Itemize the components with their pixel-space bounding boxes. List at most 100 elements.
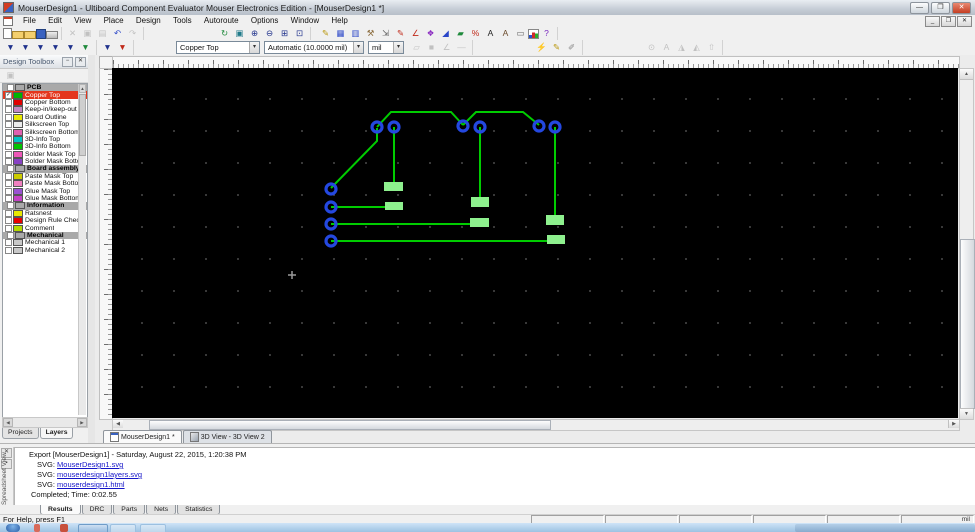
chevron-down-icon[interactable]: ▾	[353, 42, 363, 53]
panel-close-button[interactable]: ✕	[75, 56, 86, 67]
zoom-out-icon[interactable]: ⊖	[263, 28, 276, 39]
layer-row[interactable]: Paste Mask Top	[3, 172, 87, 180]
filter-parts-icon[interactable]: ▼	[4, 42, 17, 53]
menu-place[interactable]: Place	[99, 16, 129, 25]
menu-help[interactable]: Help	[326, 16, 352, 25]
svg-export-link[interactable]: MouserDesign1.svg	[57, 460, 123, 469]
chart-icon[interactable]	[528, 29, 539, 39]
menu-design[interactable]: Design	[131, 16, 166, 25]
document-icon[interactable]	[3, 16, 13, 26]
zoom-window-icon[interactable]: ⊞	[278, 28, 291, 39]
print-icon[interactable]	[46, 30, 58, 39]
open-project-icon[interactable]	[24, 31, 36, 39]
via-tool-icon[interactable]: ❖	[424, 28, 437, 39]
close-button[interactable]: ✕	[952, 1, 971, 14]
open-icon[interactable]	[12, 31, 24, 39]
tab-projects[interactable]: Projects	[2, 428, 39, 439]
menu-options[interactable]: Options	[246, 16, 284, 25]
filter-pads-icon[interactable]: ▼	[49, 42, 62, 53]
layer-checkbox[interactable]	[5, 172, 12, 180]
tree-horizontal-scrollbar[interactable]: ◀ ▶	[2, 417, 88, 428]
trace-width-select[interactable]: Automatic (10.0000 mil) ▾	[264, 41, 364, 54]
chevron-down-icon[interactable]: ▾	[393, 42, 403, 53]
scroll-up-icon[interactable]: ▲	[79, 84, 86, 93]
filter-copper-icon[interactable]: ▼	[79, 42, 92, 53]
fill-dropdown-icon[interactable]: ■	[425, 42, 438, 53]
filter-other-icon[interactable]: ▼	[116, 42, 129, 53]
text-tool-icon[interactable]: A	[484, 28, 497, 39]
copper-icon[interactable]: ⚒	[364, 28, 377, 39]
layer-checkbox[interactable]	[5, 224, 12, 232]
chevron-down-icon[interactable]: ▾	[249, 42, 259, 53]
lock-icon[interactable]: ⇧	[705, 42, 718, 53]
find-icon[interactable]: ⊙	[645, 42, 658, 53]
layer-row[interactable]: Mechanical 2	[3, 246, 87, 254]
pcb-canvas[interactable]	[112, 68, 958, 418]
layer-checkbox[interactable]	[5, 180, 12, 188]
html-export-link[interactable]: mouserdesign1.html	[57, 480, 125, 489]
help-icon[interactable]: ?	[540, 28, 553, 39]
layer-row[interactable]: Silkscreen Top	[3, 121, 87, 129]
menu-edit[interactable]: Edit	[43, 16, 67, 25]
database-view-icon[interactable]: ▥	[349, 28, 362, 39]
taskbar-item-active[interactable]	[78, 524, 108, 532]
rectangle-tool-icon[interactable]: ▭	[514, 28, 527, 39]
scroll-right-icon[interactable]: ▶	[948, 420, 959, 428]
menu-tools[interactable]: Tools	[168, 16, 197, 25]
scrollbar-thumb[interactable]	[960, 239, 975, 409]
save-icon[interactable]	[36, 29, 46, 39]
restore-button[interactable]: ❐	[931, 1, 950, 14]
scroll-left-icon[interactable]: ◀	[113, 420, 123, 428]
angle-dropdown-icon[interactable]: ∠	[440, 42, 453, 53]
layer-row[interactable]: Board assembly	[3, 165, 87, 173]
filter-attributes-icon[interactable]: ▼	[101, 42, 114, 53]
layer-row[interactable]: Solder Mask Bottom	[3, 158, 87, 166]
text-size-icon[interactable]: A	[660, 42, 673, 53]
linestyle-dropdown-icon[interactable]: —	[455, 42, 468, 53]
layer-checkbox[interactable]	[5, 209, 12, 217]
menu-window[interactable]: Window	[286, 16, 324, 25]
percent-tool-icon[interactable]: %	[469, 28, 482, 39]
dimension-icon[interactable]: ∠	[409, 28, 422, 39]
layer-row[interactable]: Information	[3, 202, 87, 210]
net-edit-icon[interactable]: ✎	[550, 42, 563, 53]
tree-scrollbar[interactable]: ▲	[78, 84, 86, 415]
layer-row[interactable]: 3D-Info Top	[3, 135, 87, 143]
zoom-full-icon[interactable]: ⊡	[293, 28, 306, 39]
layer-checkbox[interactable]	[7, 232, 14, 239]
layer-checkbox[interactable]	[5, 113, 12, 121]
panel-minimize-button[interactable]: −	[62, 56, 73, 67]
polygon-tool-icon[interactable]: ▰	[454, 28, 467, 39]
layer-row[interactable]: Keep-in/keep-out	[3, 106, 87, 114]
layer-checkbox[interactable]	[5, 239, 12, 247]
layer-row[interactable]: Mechanical 1	[3, 239, 87, 247]
taskbar-item[interactable]	[140, 524, 166, 532]
attribute-tool-icon[interactable]: A	[499, 28, 512, 39]
mdi-restore-button[interactable]: ❐	[941, 15, 956, 27]
tab-layers[interactable]: Layers	[39, 428, 74, 439]
copy-icon[interactable]: ▣	[81, 28, 94, 39]
layer-checkbox[interactable]: ✓	[5, 91, 12, 99]
mdi-minimize-button[interactable]: _	[925, 15, 940, 27]
net-shield-icon[interactable]: ✐	[565, 42, 578, 53]
new-icon[interactable]	[3, 28, 12, 39]
layer-checkbox[interactable]	[7, 165, 14, 173]
layer-row[interactable]: Ratsnest	[3, 209, 87, 217]
taskbar-item[interactable]	[110, 524, 136, 532]
layer-row[interactable]: Design Rule Check	[3, 217, 87, 225]
layer-checkbox[interactable]	[5, 158, 12, 166]
layer-row[interactable]: Comment	[3, 224, 87, 232]
undo-icon[interactable]: ↶	[111, 28, 124, 39]
layer-row[interactable]: Solder Mask Top	[3, 150, 87, 158]
rotate-cw-icon[interactable]: ◮	[675, 42, 688, 53]
svg-layers-export-link[interactable]: mouserdesign1layers.svg	[57, 470, 142, 479]
layer-checkbox[interactable]	[7, 202, 14, 210]
tab-3d-view[interactable]: 3D View - 3D View 2	[182, 430, 272, 443]
layer-checkbox[interactable]	[5, 246, 12, 254]
scroll-down-icon[interactable]: ▼	[960, 408, 973, 419]
layer-checkbox[interactable]	[5, 143, 12, 151]
layer-checkbox[interactable]	[7, 84, 14, 92]
layer-checkbox[interactable]	[5, 128, 12, 136]
place-part-icon[interactable]: ⇲	[379, 28, 392, 39]
layer-row[interactable]: PCB	[3, 84, 87, 92]
